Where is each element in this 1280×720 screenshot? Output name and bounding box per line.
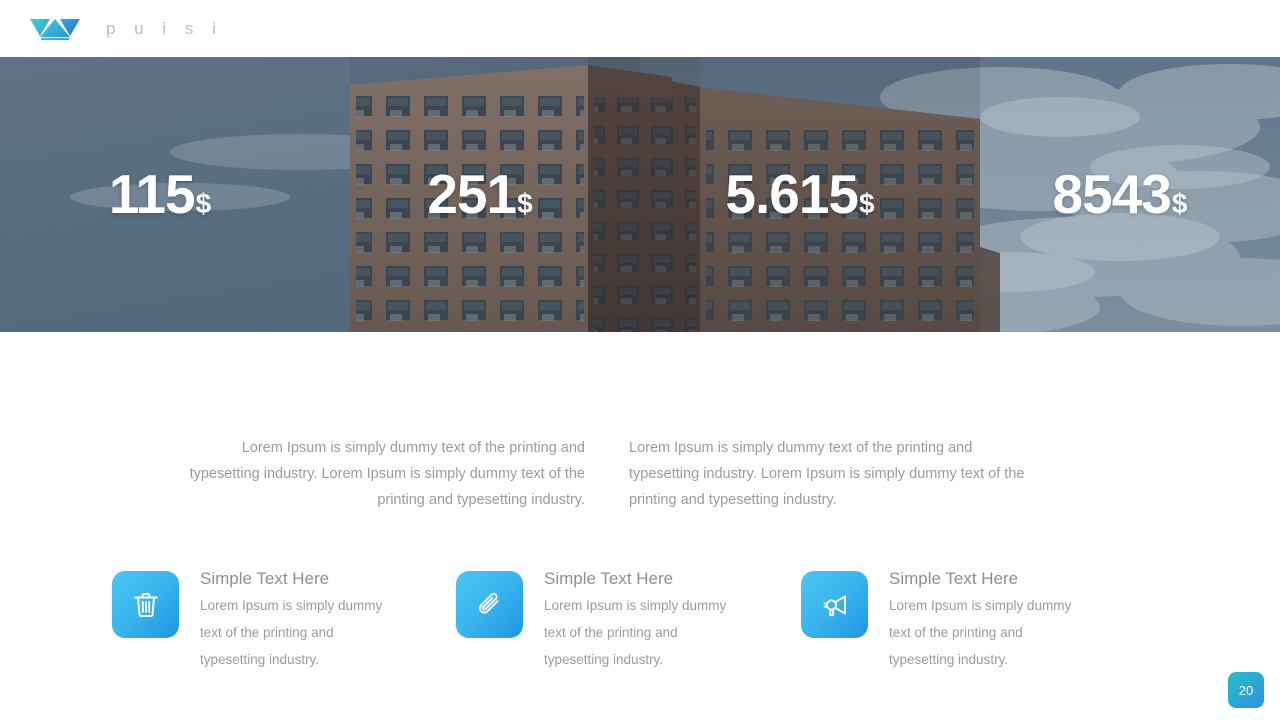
card-text: Lorem Ipsum is simply dummy text of the …	[889, 598, 1072, 667]
brand[interactable]: p u i s i	[30, 16, 223, 42]
card-text: Lorem Ipsum is simply dummy text of the …	[200, 598, 383, 667]
stat-unit: $	[1171, 188, 1188, 219]
paragraph-right: Lorem Ipsum is simply dummy text of the …	[629, 440, 1025, 508]
brand-name: p u i s i	[106, 18, 223, 38]
trash-icon	[112, 571, 179, 638]
page-number-badge[interactable]: 20	[1228, 672, 1264, 708]
card-title: Simple Text Here	[544, 569, 674, 588]
feature-cards: Simple Text Here Lorem Ipsum is simply d…	[0, 569, 1280, 679]
hero-banner: 115$ 251$ 5.615$ 8543$	[0, 57, 1280, 332]
stats-row: 115$ 251$ 5.615$ 8543$	[0, 57, 1280, 332]
top-bar: p u i s i	[0, 0, 1280, 57]
card-body: Simple Text Here Lorem Ipsum is simply d…	[200, 569, 400, 673]
stat-unit: $	[517, 188, 533, 219]
stat-value: 251	[427, 163, 517, 225]
feature-card-paperclip[interactable]: Simple Text Here Lorem Ipsum is simply d…	[456, 569, 744, 673]
card-text: Lorem Ipsum is simply dummy text of the …	[544, 598, 727, 667]
feature-card-megaphone[interactable]: Simple Text Here Lorem Ipsum is simply d…	[801, 569, 1089, 673]
card-title: Simple Text Here	[889, 569, 1019, 588]
stat-item: 8543$	[960, 167, 1280, 222]
card-body: Simple Text Here Lorem Ipsum is simply d…	[889, 569, 1089, 673]
stat-value: 5.615	[725, 163, 859, 225]
paperclip-icon	[456, 571, 523, 638]
stat-unit: $	[859, 188, 875, 219]
intro-paragraphs: Lorem Ipsum is simply dummy text of the …	[0, 425, 1280, 520]
megaphone-icon	[801, 571, 868, 638]
card-body: Simple Text Here Lorem Ipsum is simply d…	[544, 569, 744, 673]
stat-item: 251$	[320, 167, 640, 222]
stat-item: 115$	[0, 167, 320, 222]
stat-value: 8543	[1052, 163, 1172, 225]
stat-item: 5.615$	[640, 167, 960, 222]
stat-value: 115	[108, 163, 196, 225]
card-title: Simple Text Here	[200, 569, 330, 588]
paragraph-left: Lorem Ipsum is simply dummy text of the …	[189, 440, 585, 508]
feature-card-trash[interactable]: Simple Text Here Lorem Ipsum is simply d…	[112, 569, 400, 673]
stat-unit: $	[195, 188, 212, 219]
triangles-logo-icon	[30, 16, 80, 42]
